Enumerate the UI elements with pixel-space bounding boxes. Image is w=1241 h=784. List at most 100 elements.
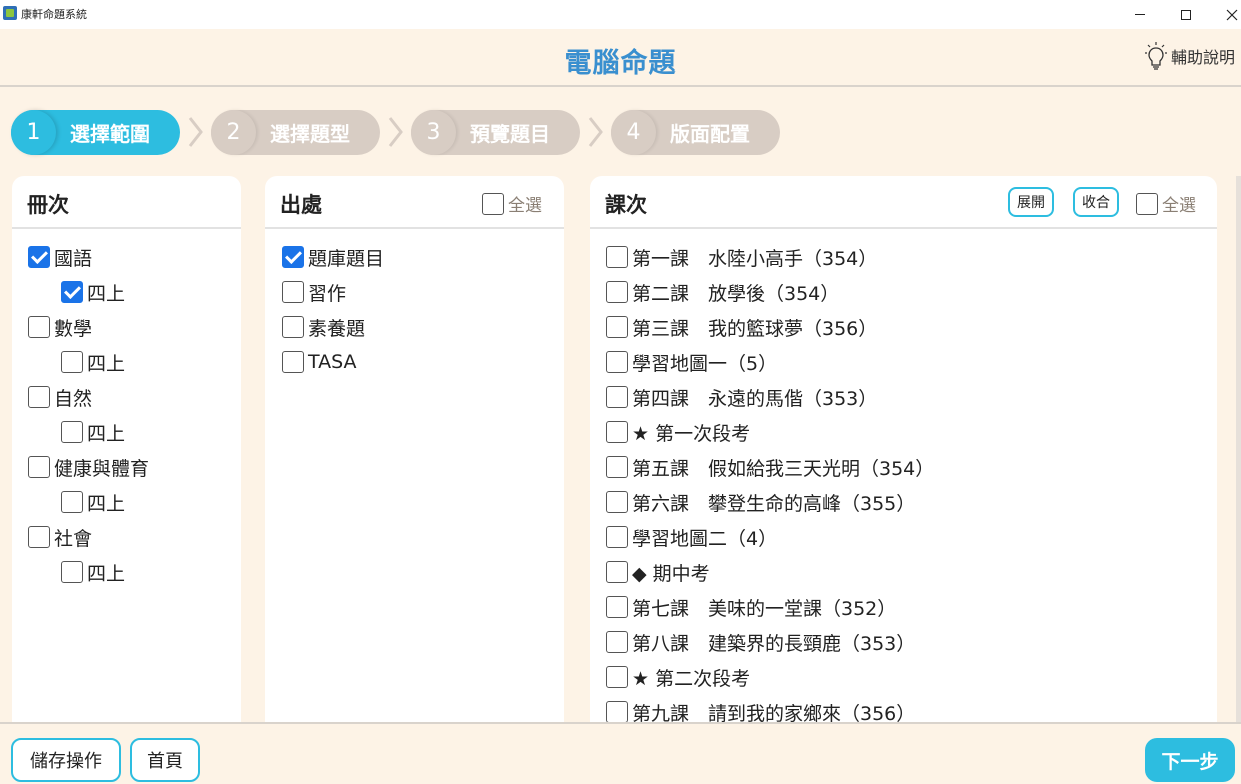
checkbox[interactable] <box>282 281 304 303</box>
checkbox[interactable] <box>606 701 628 723</box>
home-button[interactable]: 首頁 <box>130 738 200 782</box>
checkbox[interactable] <box>61 421 83 443</box>
volumes-list-item[interactable]: 社會 <box>28 524 92 550</box>
step-3[interactable]: 3 預覽題目 <box>411 110 580 155</box>
item-label: 題庫題目 <box>308 247 385 270</box>
select-all-checkbox[interactable] <box>482 192 504 215</box>
item-label: 數學 <box>54 317 93 340</box>
checkbox[interactable] <box>606 456 628 478</box>
checkbox[interactable] <box>606 561 628 583</box>
next-step-button[interactable]: 下一步 <box>1145 738 1235 782</box>
step-label: 選擇範圍 <box>70 122 150 146</box>
item-label: 健康與體育 <box>54 457 150 480</box>
volumes-list-item[interactable]: 四上 <box>61 489 125 515</box>
lessons-list-item[interactable]: 第三課 我的籃球夢（356） <box>606 314 877 340</box>
item-label: 素養題 <box>308 317 366 340</box>
step-label: 版面配置 <box>670 122 750 146</box>
checkbox[interactable] <box>28 386 50 408</box>
collapse-button[interactable]: 收合 <box>1073 187 1119 217</box>
volumes-list-item[interactable]: 健康與體育 <box>28 454 149 480</box>
lessons-title: 課次 <box>605 193 647 217</box>
checkbox[interactable] <box>282 351 304 373</box>
lessons-list-item[interactable]: 第五課 假如給我三天光明（354） <box>606 454 934 480</box>
expand-button[interactable]: 展開 <box>1008 187 1054 217</box>
checkbox[interactable] <box>61 351 83 373</box>
lessons-list-item[interactable]: ★ 第一次段考 <box>606 419 750 445</box>
volumes-list-item[interactable]: 四上 <box>61 279 125 305</box>
chevron-right-icon <box>188 117 203 147</box>
save-operation-button[interactable]: 儲存操作 <box>11 738 121 782</box>
lessons-list-item[interactable]: 學習地圖二（4） <box>606 524 777 550</box>
lessons-list-item[interactable]: ◆ 期中考 <box>606 559 710 585</box>
sources-panel: 出處 全選 題庫題目 習作 素養題 TASA <box>265 176 564 728</box>
chevron-right-icon <box>588 117 603 147</box>
item-label: 第三課 我的籃球夢（356） <box>632 317 878 340</box>
lessons-panel: 課次 展開 收合 全選 第一課 水陸小高手（354） 第二課 放學後（354） 第三… <box>590 176 1217 728</box>
step-2[interactable]: 2 選擇題型 <box>211 110 380 155</box>
checkbox-checked[interactable] <box>61 281 83 303</box>
lessons-list-item[interactable]: 第六課 攀登生命的高峰（355） <box>606 489 915 515</box>
item-label: 四上 <box>87 422 126 445</box>
sources-list-item[interactable]: TASA <box>282 349 357 375</box>
close-button[interactable] <box>1209 0 1241 29</box>
lessons-list-item[interactable]: 第一課 水陸小高手（354） <box>606 244 877 270</box>
panel-header: 冊次 <box>12 176 241 229</box>
checkbox[interactable] <box>61 561 83 583</box>
item-label: ★ 第一次段考 <box>632 422 751 445</box>
step-4[interactable]: 4 版面配置 <box>611 110 780 155</box>
item-label: TASA <box>308 351 357 373</box>
checkbox[interactable] <box>28 316 50 338</box>
checkbox[interactable] <box>28 456 50 478</box>
checkbox[interactable] <box>28 526 50 548</box>
checkbox[interactable] <box>606 421 628 443</box>
lessons-list-item[interactable]: 第二課 放學後（354） <box>606 279 839 305</box>
checkbox[interactable] <box>606 316 628 338</box>
window-titlebar: 康軒命題系統 <box>0 0 1241 29</box>
checkbox[interactable] <box>282 316 304 338</box>
step-label: 選擇題型 <box>270 122 350 146</box>
sources-select-all[interactable]: 全選 <box>482 191 542 216</box>
volumes-list-item[interactable]: 四上 <box>61 419 125 445</box>
page-title: 電腦命題 <box>564 48 677 79</box>
volumes-list-item[interactable]: 數學 <box>28 314 92 340</box>
checkbox-checked[interactable] <box>28 246 50 268</box>
volumes-list-item[interactable]: 自然 <box>28 384 92 410</box>
help-button[interactable]: 輔助說明 <box>1144 41 1235 71</box>
checkbox[interactable] <box>606 666 628 688</box>
checkbox[interactable] <box>606 351 628 373</box>
sources-list-item[interactable]: 素養題 <box>282 314 365 340</box>
step-1[interactable]: 1 選擇範圍 <box>11 110 180 155</box>
app-header: 電腦命題 輔助說明 <box>0 29 1241 87</box>
lessons-list-item[interactable]: ★ 第二次段考 <box>606 664 750 690</box>
sources-list-item[interactable]: 題庫題目 <box>282 244 384 270</box>
item-label: 第六課 攀登生命的高峰（355） <box>632 492 916 515</box>
maximize-button[interactable] <box>1163 0 1209 29</box>
item-label: ★ 第二次段考 <box>632 667 751 690</box>
item-label: 第七課 美味的一堂課（352） <box>632 597 897 620</box>
page-scrollbar[interactable] <box>1236 176 1241 722</box>
checkbox[interactable] <box>606 386 628 408</box>
checkbox[interactable] <box>606 246 628 268</box>
lessons-select-all[interactable]: 全選 <box>1136 191 1196 216</box>
checkbox[interactable] <box>606 281 628 303</box>
item-label: 四上 <box>87 562 126 585</box>
volumes-list-item[interactable]: 四上 <box>61 349 125 375</box>
item-label: 習作 <box>308 282 347 305</box>
checkbox[interactable] <box>606 631 628 653</box>
checkbox[interactable] <box>606 526 628 548</box>
sources-list-item[interactable]: 習作 <box>282 279 346 305</box>
volumes-list-item[interactable]: 四上 <box>61 559 125 585</box>
lessons-list-item[interactable]: 學習地圖一（5） <box>606 349 777 375</box>
lessons-list-item[interactable]: 第八課 建築界的長頸鹿（353） <box>606 629 915 655</box>
select-all-checkbox[interactable] <box>1136 192 1158 215</box>
minimize-button[interactable] <box>1117 0 1163 29</box>
volumes-list-item[interactable]: 國語 <box>28 244 92 270</box>
checkbox[interactable] <box>606 596 628 618</box>
step-number: 1 <box>11 110 56 155</box>
checkbox[interactable] <box>606 491 628 513</box>
checkbox-checked[interactable] <box>282 246 304 268</box>
checkbox[interactable] <box>61 491 83 513</box>
item-label: 國語 <box>54 247 93 270</box>
lessons-list-item[interactable]: 第四課 永遠的馬偕（353） <box>606 384 877 410</box>
lessons-list-item[interactable]: 第七課 美味的一堂課（352） <box>606 594 896 620</box>
